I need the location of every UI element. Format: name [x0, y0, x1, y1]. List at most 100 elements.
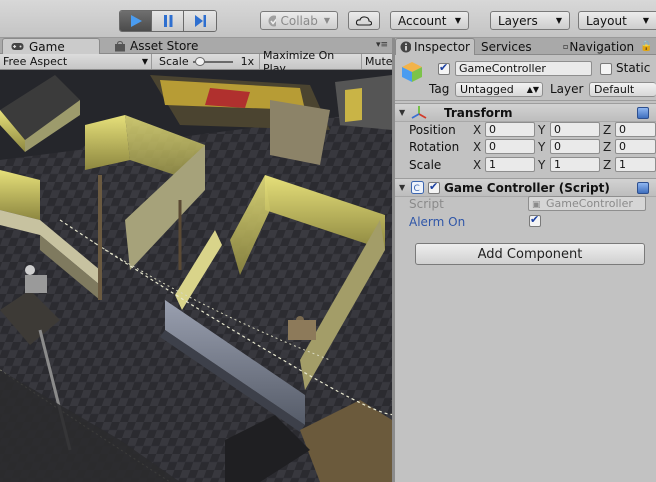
position-label: Position — [409, 123, 456, 137]
collab-label: Collab — [280, 13, 318, 28]
position-z-label: Z — [603, 123, 612, 137]
svg-text:C: C — [414, 184, 420, 194]
scale-slider[interactable] — [192, 57, 233, 66]
play-button[interactable] — [120, 11, 152, 31]
pause-icon — [163, 15, 172, 27]
rotation-y-field[interactable]: 0 — [550, 139, 600, 154]
play-icon — [130, 15, 142, 27]
transform-header[interactable]: ▼ Transform — [395, 103, 656, 122]
mute-toggle[interactable]: Mute — [362, 54, 393, 69]
aspect-dropdown[interactable]: Free Aspect ▼ — [0, 54, 152, 69]
rotation-x-label: X — [473, 140, 482, 154]
cloud-icon — [355, 15, 373, 26]
chevron-down-icon: ▼ — [323, 16, 330, 25]
scale-x-label: X — [473, 158, 482, 172]
account-dropdown[interactable]: Account ▼ — [390, 11, 469, 30]
lock-icon[interactable]: 🔒 — [640, 41, 652, 52]
info-icon — [400, 41, 412, 53]
game-viewport[interactable] — [0, 70, 392, 482]
csharp-script-icon: C — [411, 181, 424, 194]
help-book-icon[interactable] — [637, 182, 649, 194]
maximize-on-play-toggle[interactable]: Maximize On Play — [260, 49, 362, 75]
scale-label: Scale — [409, 158, 442, 172]
script-label: Script — [409, 197, 444, 211]
gamepad-icon — [11, 43, 24, 50]
foldout-icon[interactable]: ▼ — [399, 183, 405, 192]
scale-y-field[interactable]: 1 — [550, 157, 600, 172]
scale-x-field[interactable]: 1 — [485, 157, 535, 172]
static-label: Static — [616, 61, 651, 75]
chevron-down-icon: ▼ — [555, 16, 562, 25]
shopping-bag-icon — [115, 40, 125, 51]
layer-dropdown[interactable]: Default — [589, 82, 656, 97]
static-checkbox[interactable] — [600, 63, 612, 75]
tab-inspector-label: Inspector — [414, 40, 470, 54]
add-component-label: Add Component — [477, 246, 583, 262]
collab-button[interactable]: Collab ▼ — [260, 11, 338, 30]
help-book-icon[interactable] — [637, 107, 649, 119]
script-file-icon: ▣ — [532, 200, 541, 210]
scale-slider-thumb[interactable] — [194, 57, 205, 66]
chevron-down-icon: ▼ — [141, 57, 148, 66]
rotation-x-field[interactable]: 0 — [485, 139, 535, 154]
aspect-label: Free Aspect — [3, 55, 68, 68]
tab-asset-store-label: Asset Store — [130, 39, 199, 53]
tab-game[interactable]: Game — [2, 38, 100, 54]
foldout-icon[interactable]: ▼ — [399, 108, 405, 117]
script-component-title: Game Controller (Script) — [444, 181, 610, 195]
layers-label: Layers — [498, 13, 538, 28]
chevron-down-icon: ▼ — [642, 16, 649, 25]
scale-z-field[interactable]: 1 — [615, 157, 656, 172]
cloud-button[interactable] — [348, 11, 380, 30]
navigation-menu-icon: ▫ — [563, 42, 569, 51]
scale-label: Scale — [159, 55, 189, 68]
layer-label: Layer — [550, 82, 584, 96]
gameobject-cube-icon — [402, 62, 422, 82]
alerm-on-checkbox[interactable] — [529, 213, 541, 227]
pause-button[interactable] — [152, 11, 184, 31]
tab-navigation[interactable]: ▫ Navigation 🔒 — [559, 38, 656, 55]
inspector-panel: Inspector Services ▫ Navigation 🔒 GameCo… — [395, 38, 656, 482]
position-x-field[interactable]: 0 — [485, 122, 535, 137]
position-x-label: X — [473, 123, 482, 137]
step-button[interactable] — [184, 11, 216, 31]
panel-menu-icon[interactable]: ▾≡ — [376, 40, 388, 50]
position-z-field[interactable]: 0 — [615, 122, 656, 137]
scale-control: Scale 1x — [152, 54, 260, 69]
rotation-z-field[interactable]: 0 — [615, 139, 656, 154]
gameobject-name-field[interactable]: GameController — [455, 61, 592, 76]
layout-label: Layout — [586, 13, 627, 28]
scale-y-label: Y — [538, 158, 546, 172]
gameobject-header: GameController Static Tag Untagged ▲▼ La… — [395, 55, 656, 101]
step-icon — [195, 15, 206, 27]
layers-dropdown[interactable]: Layers ▼ — [490, 11, 570, 30]
rotation-y-label: Y — [538, 140, 546, 154]
scale-z-label: Z — [603, 158, 612, 172]
mute-label: Mute — [365, 55, 393, 68]
add-component-button[interactable]: Add Component — [415, 243, 645, 265]
tab-inspector[interactable]: Inspector — [395, 38, 475, 55]
gameobject-active-checkbox[interactable] — [438, 61, 450, 75]
position-y-label: Y — [538, 123, 546, 137]
tag-dropdown[interactable]: Untagged ▲▼ — [455, 82, 543, 97]
inspector-tab-strip: Inspector Services ▫ Navigation 🔒 — [395, 38, 656, 55]
alerm-on-label: Alerm On — [409, 215, 466, 229]
transform-title: Transform — [444, 106, 513, 120]
tab-services[interactable]: Services — [477, 38, 536, 55]
layout-dropdown[interactable]: Layout ▼ — [578, 11, 656, 30]
tab-game-label: Game — [29, 39, 65, 54]
scale-value: 1x — [240, 55, 255, 68]
position-y-field[interactable]: 0 — [550, 122, 600, 137]
tab-services-label: Services — [481, 39, 532, 54]
chevron-down-icon: ▼ — [454, 16, 461, 25]
tag-label: Tag — [429, 82, 450, 96]
tag-value: Untagged — [460, 83, 514, 96]
rotation-z-label: Z — [603, 140, 612, 154]
account-label: Account — [398, 13, 447, 28]
game-scene-render — [0, 70, 392, 482]
script-component-header[interactable]: ▼ C Game Controller (Script) — [395, 178, 656, 197]
main-toolbar: Collab ▼ Account ▼ Layers ▼ Layout ▼ — [0, 0, 656, 38]
transform-axes-icon — [411, 106, 427, 119]
script-enabled-checkbox[interactable] — [428, 180, 440, 194]
tab-asset-store[interactable]: Asset Store — [106, 38, 206, 54]
